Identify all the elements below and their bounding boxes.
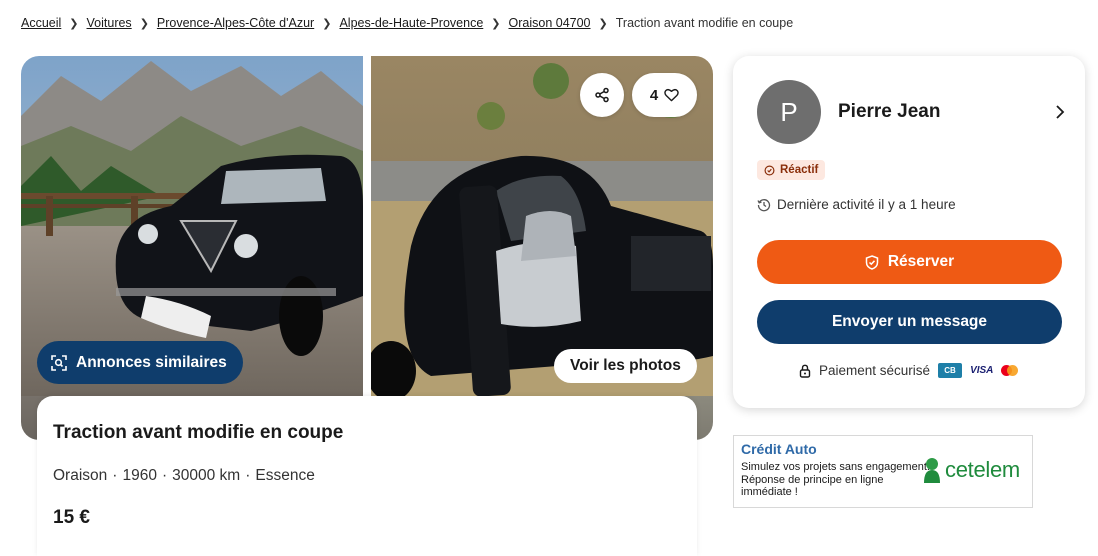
seller-profile-link[interactable]: P Pierre Jean: [757, 80, 1067, 144]
chevron-right-icon: ❯: [139, 17, 149, 30]
breadcrumb-link-home[interactable]: Accueil: [21, 16, 61, 30]
listing-location: Oraison: [53, 467, 108, 484]
secure-payment: Paiement sécurisé CB VISA: [799, 363, 1019, 378]
shield-icon: [865, 254, 879, 270]
breadcrumb: Accueil ❯ Voitures ❯ Provence-Alpes-Côte…: [21, 16, 793, 30]
breadcrumb-link-city[interactable]: Oraison 04700: [509, 16, 591, 30]
listing-year: 1960: [122, 467, 157, 484]
similar-ads-label: Annonces similaires: [76, 353, 227, 371]
reserve-button[interactable]: Réserver: [757, 240, 1062, 284]
ad-body: Simulez vos projets sans engagement. Rép…: [741, 461, 930, 498]
ad-title: Crédit Auto: [741, 441, 817, 457]
last-activity: Dernière activité il y a 1 heure: [757, 197, 956, 212]
visa-icon: VISA: [970, 365, 994, 376]
cb-card-icon: CB: [938, 363, 963, 378]
listing-meta: Oraison · 1960 · 30000 km · Essence: [53, 467, 315, 484]
seller-name: Pierre Jean: [838, 101, 941, 122]
chevron-right-icon: [1056, 105, 1065, 119]
breadcrumb-link-department[interactable]: Alpes-de-Haute-Provence: [339, 16, 483, 30]
breadcrumb-link-region[interactable]: Provence-Alpes-Côte d'Azur: [157, 16, 314, 30]
chat-bubble-icon: [764, 165, 775, 175]
last-activity-text: Dernière activité il y a 1 heure: [777, 197, 956, 212]
favorites-count: 4: [649, 86, 659, 104]
chevron-right-icon: ❯: [69, 17, 79, 30]
favorite-button[interactable]: 4: [632, 73, 697, 117]
status-badge-label: Réactif: [780, 164, 819, 176]
photo-gallery: 4 Annonces similaires Voir les photos: [21, 56, 713, 440]
listing-info-card: Traction avant modifie en coupe Oraison ·…: [37, 396, 697, 556]
share-button[interactable]: [580, 73, 624, 117]
cetelem-wordmark: cetelem: [945, 457, 1020, 482]
listing-fuel: Essence: [255, 467, 315, 484]
lock-icon: [799, 364, 811, 378]
secure-payment-label: Paiement sécurisé: [819, 363, 931, 378]
breadcrumb-current: Traction avant modifie en coupe: [615, 16, 794, 30]
heart-icon: [664, 88, 679, 102]
listing-mileage: 30000 km: [172, 467, 241, 484]
similar-ads-button[interactable]: Annonces similaires: [37, 341, 243, 384]
status-badge: Réactif: [757, 160, 826, 180]
breadcrumb-link-cars[interactable]: Voitures: [87, 16, 132, 30]
chevron-right-icon: ❯: [598, 17, 608, 30]
chevron-right-icon: ❯: [491, 17, 501, 30]
send-message-button[interactable]: Envoyer un message: [757, 300, 1062, 344]
share-icon: [595, 87, 609, 103]
cetelem-mascot-icon: [924, 458, 940, 483]
history-icon: [757, 198, 771, 211]
reserve-label: Réserver: [887, 253, 955, 270]
chevron-right-icon: ❯: [322, 17, 332, 30]
seller-card: P Pierre Jean Réactif Dernière activité …: [733, 56, 1085, 408]
credit-ad-banner[interactable]: Crédit Auto Simulez vos projets sans eng…: [733, 435, 1033, 508]
image-search-icon: [51, 354, 67, 371]
mastercard-icon: [1001, 364, 1019, 377]
listing-price: 15 €: [53, 507, 90, 528]
listing-title: Traction avant modifie en coupe: [53, 422, 344, 443]
cetelem-logo: cetelem: [921, 457, 1020, 483]
view-photos-button[interactable]: Voir les photos: [554, 349, 697, 383]
avatar: P: [757, 80, 821, 144]
